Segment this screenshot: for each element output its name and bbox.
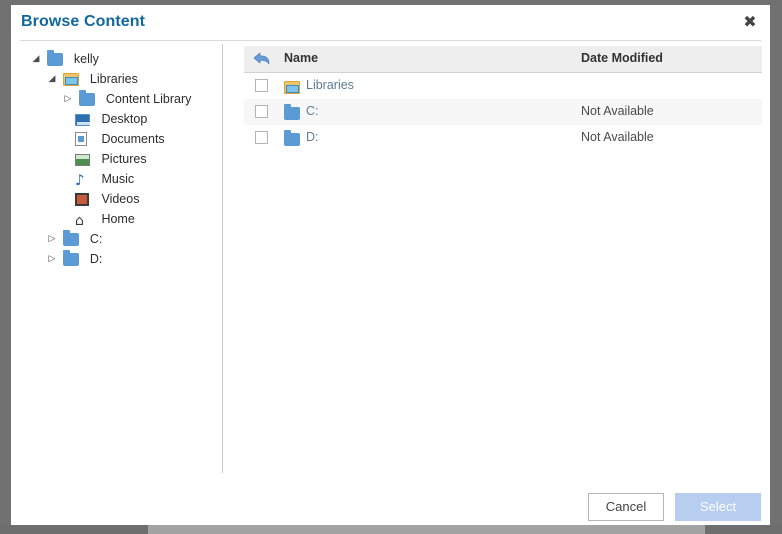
column-header-date-modified[interactable]: Date Modified	[581, 51, 663, 65]
screen-root: Browse Content ✖ ◢ kelly ◢ Libraries ▷ C…	[0, 0, 782, 534]
row-name: Libraries	[306, 78, 354, 92]
home-icon: ⌂	[75, 213, 84, 229]
tree-item-kelly[interactable]: ◢ kelly	[23, 49, 218, 69]
tree-item-label: D:	[89, 252, 103, 266]
tree-item-label: Pictures	[101, 152, 147, 166]
picture-icon	[75, 150, 93, 166]
tree-item-label: Desktop	[101, 112, 148, 126]
expanded-twisty-icon[interactable]: ◢	[45, 69, 59, 89]
window-frame-left	[0, 0, 11, 525]
folder-blue-icon	[63, 250, 81, 266]
tree-item-home[interactable]: ⌂ Home	[23, 209, 218, 229]
library-folder-icon	[63, 70, 81, 86]
tree-item-desktop[interactable]: Desktop	[23, 109, 218, 129]
tree-item-label: Documents	[101, 132, 165, 146]
folder-tree: ◢ kelly ◢ Libraries ▷ Content Library De…	[23, 49, 218, 269]
tree-item-content-library[interactable]: ▷ Content Library	[23, 89, 218, 109]
dialog-body: ◢ kelly ◢ Libraries ▷ Content Library De…	[11, 41, 770, 481]
tree-item-label: Videos	[101, 192, 140, 206]
collapsed-twisty-icon[interactable]: ▷	[45, 249, 59, 269]
cancel-button[interactable]: Cancel	[588, 493, 664, 521]
folder-blue-icon	[284, 130, 300, 149]
video-film-icon	[75, 190, 93, 206]
collapsed-twisty-icon[interactable]: ▷	[61, 89, 75, 109]
tree-item-label: Home	[101, 212, 135, 226]
horizontal-scrollbar-thumb[interactable]	[148, 525, 705, 534]
tree-item-d-drive[interactable]: ▷ D:	[23, 249, 218, 269]
row-checkbox[interactable]	[255, 131, 268, 144]
folder-blue-icon	[63, 230, 81, 246]
document-icon	[75, 130, 93, 146]
expanded-twisty-icon[interactable]: ◢	[29, 49, 43, 69]
dialog-titlebar: Browse Content ✖	[11, 5, 770, 40]
file-list-header: Name Date Modified	[244, 46, 762, 73]
browse-content-dialog: Browse Content ✖ ◢ kelly ◢ Libraries ▷ C…	[11, 5, 770, 525]
music-note-icon: ♪	[75, 171, 85, 189]
folder-blue-icon	[47, 50, 65, 66]
tree-item-label: C:	[89, 232, 103, 246]
library-folder-icon	[284, 79, 300, 97]
page-title: Browse Content	[21, 13, 146, 30]
tree-item-pictures[interactable]: Pictures	[23, 149, 218, 169]
panel-divider	[222, 44, 223, 473]
table-row[interactable]: Libraries	[244, 73, 762, 99]
row-date-modified: Not Available	[581, 130, 654, 144]
back-arrow-icon[interactable]	[252, 49, 272, 69]
folder-blue-icon	[79, 90, 97, 106]
row-date-modified: Not Available	[581, 104, 654, 118]
row-checkbox[interactable]	[255, 79, 268, 92]
desktop-icon	[75, 110, 93, 126]
close-icon[interactable]: ✖	[741, 13, 759, 31]
row-name: D:	[306, 130, 319, 144]
tree-item-c-drive[interactable]: ▷ C:	[23, 229, 218, 249]
dialog-footer: Cancel Select	[11, 481, 770, 525]
table-row[interactable]: C: Not Available	[244, 99, 762, 125]
select-button[interactable]: Select	[675, 493, 761, 521]
file-list: Name Date Modified Libraries C: Not Avai…	[244, 46, 762, 151]
tree-item-label: Music	[101, 172, 135, 186]
tree-item-videos[interactable]: Videos	[23, 189, 218, 209]
tree-item-label: Libraries	[89, 72, 138, 86]
tree-item-documents[interactable]: Documents	[23, 129, 218, 149]
tree-item-music[interactable]: ♪ Music	[23, 169, 218, 189]
column-header-name[interactable]: Name	[284, 51, 318, 65]
tree-item-label: Content Library	[105, 92, 192, 106]
tree-item-label: kelly	[73, 52, 99, 66]
row-name: C:	[306, 104, 319, 118]
row-checkbox[interactable]	[255, 105, 268, 118]
collapsed-twisty-icon[interactable]: ▷	[45, 229, 59, 249]
table-row[interactable]: D: Not Available	[244, 125, 762, 151]
window-frame-right	[770, 0, 782, 525]
tree-item-libraries[interactable]: ◢ Libraries	[23, 69, 218, 89]
folder-blue-icon	[284, 104, 300, 123]
